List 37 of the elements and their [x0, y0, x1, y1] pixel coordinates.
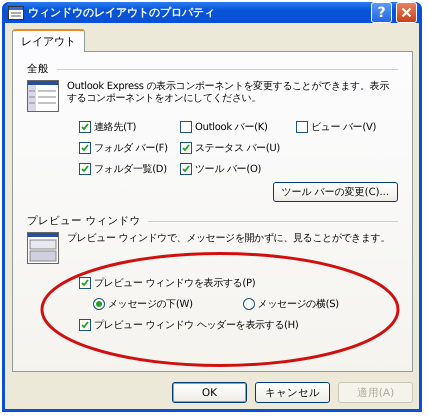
window-title: ウィンドウのレイアウトのプロパティ	[28, 5, 216, 20]
checkbox-label[interactable]: フォルダ バー(F)	[94, 141, 168, 155]
dialog-button[interactable]: OK	[172, 382, 247, 403]
checkbox[interactable]	[79, 142, 91, 154]
checkbox[interactable]	[79, 319, 91, 331]
help-button[interactable]: ?	[371, 2, 392, 23]
description: Outlook Express の表示コンポーネントを変更することができます。表示するコンポーネントをオンにしてください。	[67, 80, 390, 106]
description: プレビュー ウィンドウで、メッセージを開かずに、見ることができます。	[67, 232, 391, 246]
checkbox-label[interactable]: プレビュー ウィンドウを表示する(P)	[94, 276, 256, 290]
close-button[interactable]	[396, 2, 417, 23]
radio-label[interactable]: メッセージの下(W)	[108, 297, 193, 311]
checkbox[interactable]	[79, 163, 91, 175]
window-icon	[8, 6, 24, 20]
customize-toolbar-button[interactable]: ツール バーの変更(C)...	[272, 182, 398, 202]
radio-button[interactable]	[93, 298, 105, 310]
checkbox-label[interactable]: ステータス バー(U)	[195, 141, 280, 155]
checkbox[interactable]	[180, 121, 192, 133]
group-title: 全般	[27, 62, 49, 76]
checkbox[interactable]	[180, 142, 192, 154]
checkbox-label[interactable]: ツール バー(O)	[195, 162, 262, 176]
checkbox[interactable]	[296, 121, 308, 133]
checkbox[interactable]	[180, 163, 192, 175]
layout-icon	[27, 80, 59, 112]
tab[interactable]: レイアウト	[12, 29, 85, 52]
checkbox[interactable]	[79, 277, 91, 289]
group-title: プレビュー ウィンドウ	[27, 214, 140, 228]
checkbox-label[interactable]: フォルダ一覧(D)	[94, 162, 167, 176]
checkbox-label[interactable]: 連絡先(T)	[94, 120, 136, 134]
radio-label[interactable]: メッセージの横(S)	[258, 297, 339, 311]
checkbox-label[interactable]: Outlook バー(K)	[195, 120, 268, 134]
dialog-button[interactable]: キャンセル	[255, 382, 330, 403]
checkbox-label[interactable]: プレビュー ウィンドウ ヘッダーを表示する(H)	[94, 318, 298, 332]
close-icon	[401, 7, 412, 18]
preview-pane-icon	[27, 232, 59, 264]
checkbox-label[interactable]: ビュー バー(V)	[311, 120, 376, 134]
checkbox[interactable]	[79, 121, 91, 133]
radio-button[interactable]	[242, 298, 255, 310]
